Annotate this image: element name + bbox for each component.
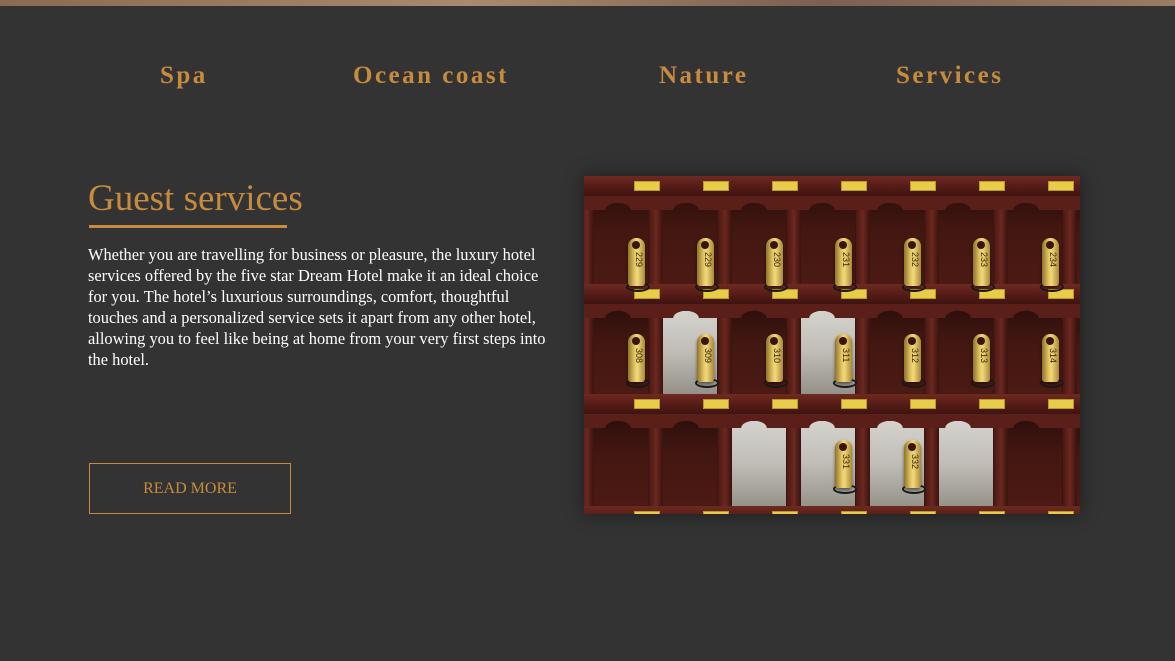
rack-divider [649, 414, 663, 514]
brass-tag [634, 511, 660, 514]
room-key: 233 [973, 238, 990, 286]
key-number: 332 [910, 454, 920, 470]
nav-item-ocean-coast[interactable]: Ocean coast [353, 62, 509, 90]
main-nav: Spa Ocean coast Nature Services [0, 62, 1175, 98]
rack-divider [856, 414, 870, 514]
brass-tag [772, 181, 798, 191]
key-number: 230 [772, 252, 782, 268]
room-key: 311 [835, 334, 852, 382]
room-key: 314 [1042, 334, 1059, 382]
rack-cubby [1008, 414, 1062, 514]
brass-tag [772, 511, 798, 514]
page: Spa Ocean coast Nature Services Guest se… [0, 0, 1175, 661]
room-key: 309 [697, 334, 714, 382]
key-number: 313 [979, 348, 989, 364]
rack-divider [584, 414, 594, 514]
brass-tag [703, 511, 729, 514]
brass-tag [1048, 181, 1074, 191]
key-number: 331 [841, 454, 851, 470]
room-key: 231 [835, 238, 852, 286]
title-underline [89, 225, 287, 228]
key-number: 309 [703, 348, 713, 364]
section-title: Guest services [88, 178, 303, 219]
brass-tag [910, 399, 936, 409]
room-key: 229 [628, 238, 645, 286]
key-number: 232 [910, 252, 920, 268]
brass-tag [634, 181, 660, 191]
brass-tag [979, 181, 1005, 191]
rack-cubby [732, 414, 786, 514]
brass-tag [1048, 511, 1074, 514]
brass-tag [841, 399, 867, 409]
nav-item-spa[interactable]: Spa [160, 62, 208, 90]
rack-divider [925, 304, 939, 400]
brass-tag [979, 399, 1005, 409]
key-number: 231 [841, 252, 851, 268]
rack-shelf-edge [584, 196, 1080, 210]
rack-cubby [594, 414, 648, 514]
key-number: 233 [979, 252, 989, 268]
brass-tag [772, 399, 798, 409]
key-number: 311 [841, 348, 851, 363]
rack-divider [718, 304, 732, 400]
brass-tag [841, 181, 867, 191]
room-key: 308 [628, 334, 645, 382]
key-rack-photo: 229 229 230 231 232 233 234 308 309 310 311 312 313 3… [584, 176, 1080, 514]
brass-tag [841, 511, 867, 514]
rack-divider [649, 304, 663, 400]
rack-divider [1063, 414, 1077, 514]
rack-cubby [1077, 414, 1080, 514]
room-key: 332 [904, 440, 921, 488]
top-banner-strip [0, 0, 1175, 6]
read-more-button[interactable]: READ MORE [89, 463, 291, 514]
brass-tag [703, 399, 729, 409]
nav-item-nature[interactable]: Nature [659, 62, 749, 90]
brass-tag [979, 511, 1005, 514]
key-number: 308 [634, 348, 644, 364]
room-key: 312 [904, 334, 921, 382]
rack-divider [584, 304, 594, 400]
rack-cubby [1077, 304, 1080, 400]
room-key: 313 [973, 334, 990, 382]
room-key: 234 [1042, 238, 1059, 286]
key-number: 310 [772, 348, 782, 364]
key-number: 229 [634, 252, 644, 268]
rack-shelf-edge [584, 414, 1080, 428]
brass-tag [703, 181, 729, 191]
section-body-text: Whether you are travelling for business … [88, 245, 546, 369]
brass-tag [910, 181, 936, 191]
nav-item-services[interactable]: Services [896, 62, 1003, 90]
room-key: 230 [766, 238, 783, 286]
rack-divider [856, 304, 870, 400]
rack-divider [787, 414, 801, 514]
rack-divider [994, 414, 1008, 514]
key-number: 312 [910, 348, 920, 364]
key-number: 234 [1048, 252, 1058, 268]
rack-cubby [939, 414, 993, 514]
room-key: 232 [904, 238, 921, 286]
brass-tag [1048, 399, 1074, 409]
rack-shelf-edge [584, 304, 1080, 318]
room-key: 331 [835, 440, 852, 488]
rack-divider [718, 414, 732, 514]
room-key: 310 [766, 334, 783, 382]
rack-divider [925, 414, 939, 514]
rack-divider [1063, 304, 1077, 400]
rack-divider [787, 304, 801, 400]
brass-tag [910, 511, 936, 514]
room-key: 229 [697, 238, 714, 286]
key-number: 229 [703, 252, 713, 268]
rack-divider [994, 304, 1008, 400]
rack-cubby [663, 414, 717, 514]
key-number: 314 [1048, 348, 1058, 364]
brass-tag [634, 399, 660, 409]
